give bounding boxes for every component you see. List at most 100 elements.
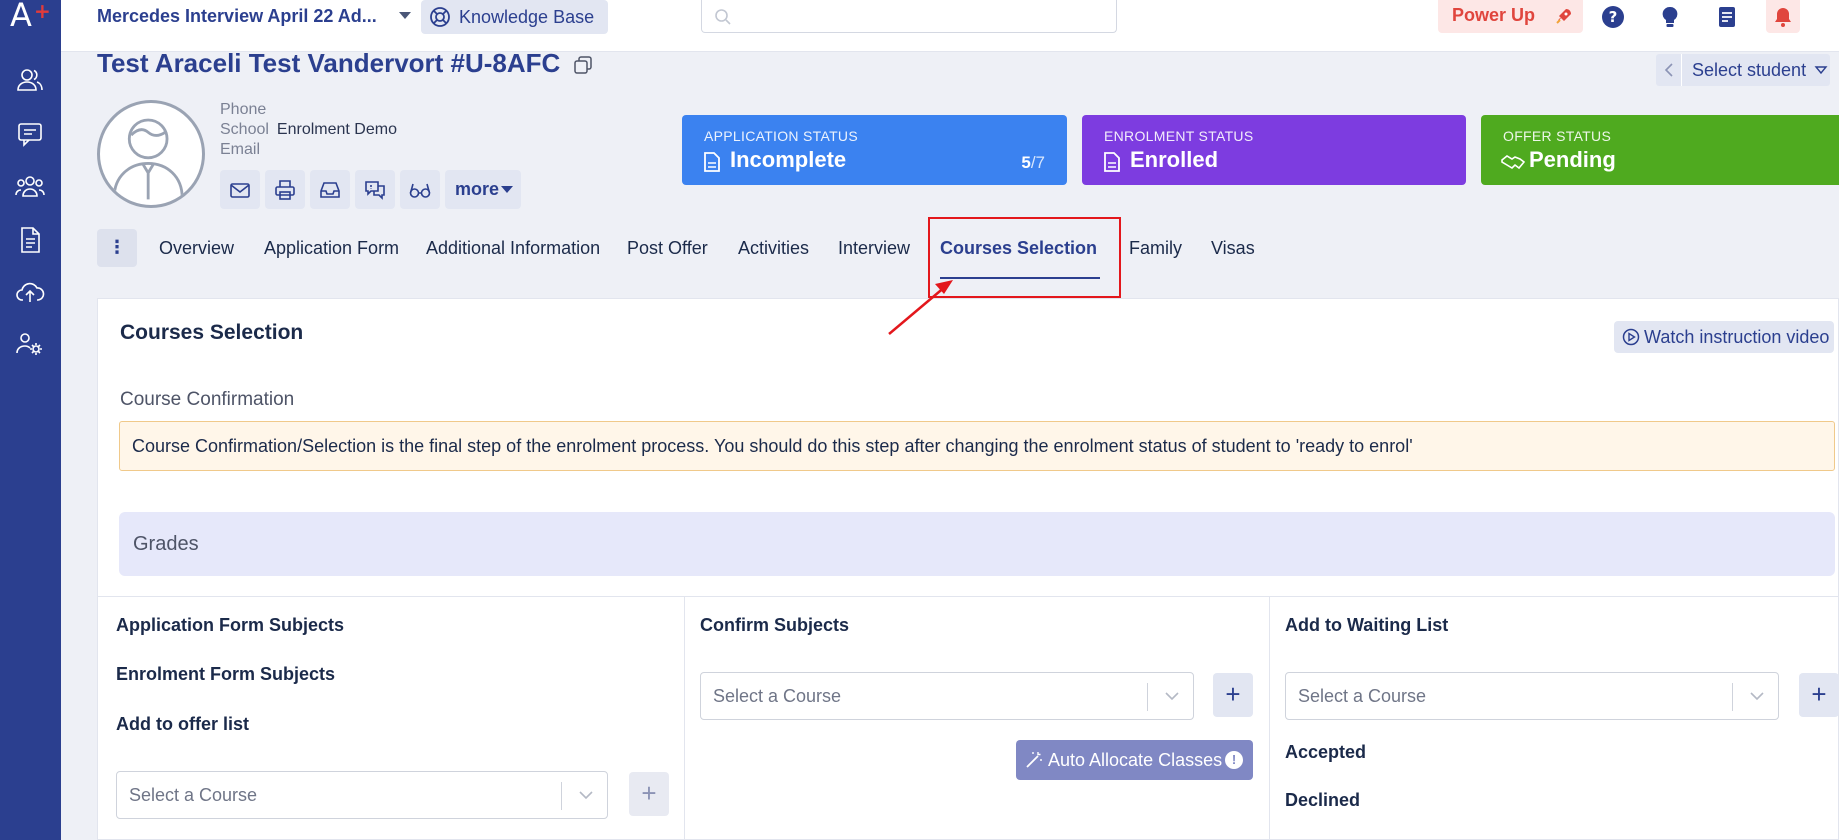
confirm-subjects-heading: Confirm Subjects xyxy=(700,615,850,635)
sidebar: A + xyxy=(0,0,61,840)
select-student-label: Select student xyxy=(1692,60,1807,80)
confirm-course-placeholder: Select a Course xyxy=(713,686,842,706)
application-progress-done: 5 xyxy=(1021,153,1031,172)
cloud-upload-icon[interactable] xyxy=(12,274,48,310)
courses-selection-panel: Courses Selection Watch instruction vide… xyxy=(97,298,1839,840)
column-divider xyxy=(684,596,685,840)
select-separator xyxy=(561,782,562,810)
lightbulb-icon[interactable] xyxy=(1657,4,1683,30)
auto-allocate-classes-button[interactable]: Auto Allocate Classes ! xyxy=(1016,740,1253,780)
school-row: School Enrolment Demo xyxy=(220,121,397,139)
notes-icon[interactable] xyxy=(1714,4,1740,30)
add-confirm-course-button[interactable]: + xyxy=(1213,673,1253,717)
search-input[interactable] xyxy=(701,0,1117,33)
enrolment-status-value: Enrolled xyxy=(1130,147,1219,172)
enrolment-status-caption: ENROLMENT STATUS xyxy=(1104,128,1254,144)
logo-plus-icon: + xyxy=(34,0,51,23)
play-circle-icon xyxy=(1622,328,1640,346)
select-student-dropdown[interactable]: Select student xyxy=(1656,54,1830,86)
view-as-button[interactable] xyxy=(400,170,440,209)
confirm-course-select[interactable]: Select a Course xyxy=(700,672,1194,720)
offer-status-card[interactable]: OFFER STATUS Pending xyxy=(1481,115,1839,185)
logo-letter: A xyxy=(10,0,32,34)
notifications-button[interactable] xyxy=(1766,0,1800,33)
chevron-left-icon xyxy=(1664,63,1673,77)
copy-icon[interactable] xyxy=(573,55,593,75)
add-offer-course-button[interactable]: + xyxy=(629,772,669,816)
offer-course-placeholder: Select a Course xyxy=(129,785,258,805)
application-status-card[interactable]: APPLICATION STATUS Incomplete 5/7 xyxy=(682,115,1067,185)
offer-status-value: Pending xyxy=(1529,147,1616,172)
course-confirmation-label: Course Confirmation xyxy=(120,389,295,410)
tab-visas[interactable]: Visas xyxy=(1211,238,1255,259)
avatar xyxy=(97,100,205,208)
more-button[interactable]: more xyxy=(445,170,521,209)
document-icon[interactable] xyxy=(12,222,48,258)
glasses-icon xyxy=(409,183,431,198)
application-status-caption: APPLICATION STATUS xyxy=(704,128,858,144)
waiting-list-heading: Add to Waiting List xyxy=(1285,615,1449,635)
bell-icon xyxy=(1775,7,1791,27)
inbox-button[interactable] xyxy=(310,170,350,209)
add-waiting-list-course-button[interactable]: + xyxy=(1799,673,1839,717)
group-icon[interactable] xyxy=(12,168,48,204)
tab-post-offer[interactable]: Post Offer xyxy=(627,238,708,259)
school-label: School xyxy=(220,121,269,138)
highlight-box xyxy=(928,217,1121,298)
tab-activities[interactable]: Activities xyxy=(738,238,809,259)
printer-icon xyxy=(275,179,295,200)
search-icon xyxy=(715,9,731,25)
settings-users-icon[interactable] xyxy=(12,326,48,362)
document-icon xyxy=(1104,152,1120,172)
offer-course-select[interactable]: Select a Course xyxy=(116,771,608,819)
declined-heading: Declined xyxy=(1285,790,1361,810)
student-name: Test Araceli Test Vandervort #U-8AFC xyxy=(97,48,561,78)
user-silhouette-icon xyxy=(112,118,184,200)
tab-family[interactable]: Family xyxy=(1129,238,1182,259)
users-icon[interactable] xyxy=(12,62,48,98)
rocket-icon xyxy=(1556,9,1571,24)
chevron-down-icon xyxy=(579,791,593,800)
panel-title: Courses Selection xyxy=(120,321,304,344)
knowledge-base-label: Knowledge Base xyxy=(459,7,595,27)
previous-student-button[interactable] xyxy=(1656,54,1682,86)
caret-down-icon xyxy=(1814,66,1828,75)
inbox-icon xyxy=(320,181,340,198)
magic-wand-icon xyxy=(1026,752,1042,768)
chevron-down-icon[interactable] xyxy=(399,12,411,19)
school-value: Enrolment Demo xyxy=(276,121,397,138)
app-logo[interactable]: A + xyxy=(10,0,51,40)
grades-section[interactable]: Grades xyxy=(119,512,1835,576)
knowledge-base-button[interactable]: Knowledge Base xyxy=(421,0,609,34)
watch-instruction-video-button[interactable]: Watch instruction video xyxy=(1614,321,1834,353)
tab-overview[interactable]: Overview xyxy=(159,238,234,259)
application-progress-total: /7 xyxy=(1030,153,1045,172)
email-label: Email xyxy=(220,141,261,158)
auto-allocate-label: Auto Allocate Classes xyxy=(1048,750,1223,770)
event-selector[interactable]: Mercedes Interview April 22 Ad... xyxy=(97,6,377,27)
enrolment-form-subjects-heading: Enrolment Form Subjects xyxy=(116,664,336,684)
chevron-down-icon xyxy=(1165,692,1179,701)
tab-additional-information[interactable]: Additional Information xyxy=(426,238,600,259)
print-button[interactable] xyxy=(265,170,305,209)
help-icon[interactable]: ? xyxy=(1600,4,1626,30)
email-row: Email xyxy=(220,141,268,159)
course-confirmation-notice: Course Confirmation/Selection is the fin… xyxy=(119,421,1835,471)
tab-application-form[interactable]: Application Form xyxy=(264,238,399,259)
email-button[interactable] xyxy=(220,170,260,209)
power-up-button[interactable]: Power Up xyxy=(1438,0,1583,33)
info-icon[interactable]: ! xyxy=(1225,751,1243,769)
enrolment-status-card[interactable]: ENROLMENT STATUS Enrolled xyxy=(1082,115,1466,185)
lifebuoy-icon xyxy=(430,7,450,27)
section-divider xyxy=(98,596,1839,597)
waiting-list-course-select[interactable]: Select a Course xyxy=(1285,672,1779,720)
offer-list-heading: Add to offer list xyxy=(116,714,249,734)
application-form-subjects-heading: Application Form Subjects xyxy=(116,615,345,635)
messages-button[interactable] xyxy=(355,170,395,209)
chat-icon[interactable] xyxy=(12,116,48,152)
tabs-menu-button[interactable]: ⋮ xyxy=(97,229,137,267)
caret-down-icon xyxy=(501,186,513,193)
tab-interview[interactable]: Interview xyxy=(838,238,910,259)
accepted-heading: Accepted xyxy=(1285,742,1367,762)
watch-video-label: Watch instruction video xyxy=(1644,327,1830,347)
